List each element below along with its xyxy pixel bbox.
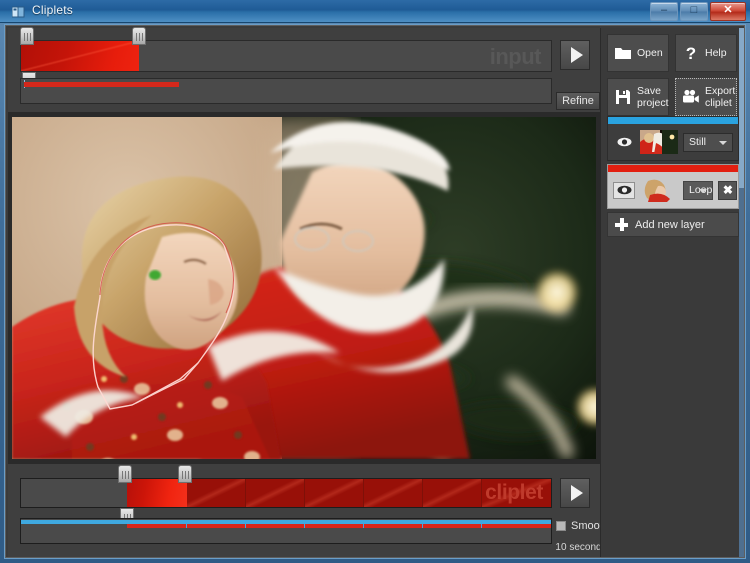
camera-icon: [682, 88, 700, 106]
help-label: Help: [705, 47, 727, 59]
output-play-button[interactable]: [560, 478, 590, 508]
output-loop-start-handle[interactable]: [118, 465, 132, 483]
smooth-checkbox[interactable]: [556, 521, 566, 531]
maximize-button[interactable]: □: [680, 2, 708, 21]
output-progress-segment: [364, 524, 423, 528]
input-timeline-panel: input Refine 3.5 seconds: [8, 27, 609, 125]
scrollbar-thumb[interactable]: [739, 28, 744, 188]
input-range-start-handle[interactable]: [20, 27, 34, 45]
output-timeline-panel: cliplet Smooth 10 seconds: [8, 464, 609, 557]
input-play-button[interactable]: [560, 40, 590, 70]
delete-layer-button[interactable]: ✖: [718, 180, 738, 200]
input-track[interactable]: input: [20, 40, 552, 72]
layer-row: Loop ✖: [608, 172, 738, 208]
output-progress-track[interactable]: [20, 518, 552, 544]
layer-accent-bar: [608, 117, 738, 124]
chevron-down-icon: [719, 140, 727, 145]
input-selection-range: [21, 41, 139, 71]
video-preview[interactable]: [12, 117, 596, 459]
play-icon: [570, 485, 583, 501]
layer-list: Still Loop ✖ Add new layer: [607, 116, 739, 237]
eye-icon[interactable]: [613, 133, 635, 151]
input-progress-track[interactable]: [20, 78, 552, 104]
question-icon: ?: [682, 44, 700, 63]
add-new-layer-button[interactable]: Add new layer: [607, 212, 739, 237]
export-cliplet-button[interactable]: Export cliplet: [675, 78, 737, 116]
output-segment: [246, 479, 305, 507]
open-button[interactable]: Open: [607, 34, 669, 72]
open-label: Open: [637, 47, 663, 59]
output-track[interactable]: cliplet: [20, 478, 552, 508]
application-window: Cliplets – □ ✕ input Refine cliplet Smoo…: [0, 0, 750, 563]
folder-icon: [614, 44, 632, 62]
play-icon: [570, 47, 583, 63]
title-bar: Cliplets – □ ✕: [0, 0, 750, 23]
layer-row: Still: [608, 124, 738, 160]
save-project-label: Save project: [637, 85, 669, 109]
preview-image: [12, 117, 596, 459]
floppy-icon: [614, 88, 632, 106]
output-active-segment: [127, 479, 187, 507]
output-progress-segment: [127, 524, 187, 528]
minimize-button[interactable]: –: [650, 2, 678, 21]
output-segment: [187, 479, 246, 507]
input-range-end-handle[interactable]: [132, 27, 146, 45]
window-inner: input Refine 3.5 seconds: [8, 27, 744, 557]
output-progress-segment: [482, 524, 551, 528]
output-progress-segment: [246, 524, 305, 528]
action-button-grid: Open ? Help Save project Export cliplet: [607, 34, 739, 116]
layer-mode-value: Still: [689, 135, 706, 148]
refine-button[interactable]: Refine: [556, 92, 600, 110]
plus-icon: [615, 218, 628, 231]
svg-text:?: ?: [686, 44, 696, 62]
help-button[interactable]: ? Help: [675, 34, 737, 72]
layer-thumbnail-loop: [640, 178, 678, 202]
output-segment: [364, 479, 423, 507]
layer-accent-bar: [608, 165, 738, 172]
layer-item-loop[interactable]: Loop ✖: [607, 164, 739, 209]
save-project-button[interactable]: Save project: [607, 78, 669, 116]
right-panel: Open ? Help Save project Export cliplet …: [600, 28, 744, 557]
output-segment: [423, 479, 482, 507]
layer-item-still[interactable]: Still: [607, 116, 739, 161]
chevron-down-icon: [699, 188, 708, 193]
output-progress-segment: [305, 524, 364, 528]
input-progress-bar: [24, 82, 179, 87]
output-watermark: cliplet: [485, 481, 543, 504]
eye-icon[interactable]: [613, 181, 635, 199]
layer-mode-select-loop[interactable]: Loop: [683, 180, 714, 200]
window-frame: input Refine 3.5 seconds: [4, 24, 746, 559]
right-panel-scrollbar[interactable]: [739, 28, 744, 557]
window-controls: – □ ✕: [650, 2, 746, 21]
app-icon: [11, 5, 25, 18]
layer-mode-select-still[interactable]: Still: [683, 132, 733, 152]
export-cliplet-label: Export cliplet: [705, 85, 736, 109]
window-title: Cliplets: [32, 3, 73, 17]
output-progress-segment: [423, 524, 482, 528]
close-button[interactable]: ✕: [710, 2, 746, 21]
preview-area: [8, 112, 600, 464]
output-loop-end-handle[interactable]: [178, 465, 192, 483]
layer-thumbnail-still: [640, 130, 678, 154]
add-new-layer-label: Add new layer: [635, 218, 705, 231]
output-progress-segment: [187, 524, 246, 528]
output-segment: [305, 479, 364, 507]
input-watermark: input: [489, 44, 542, 69]
